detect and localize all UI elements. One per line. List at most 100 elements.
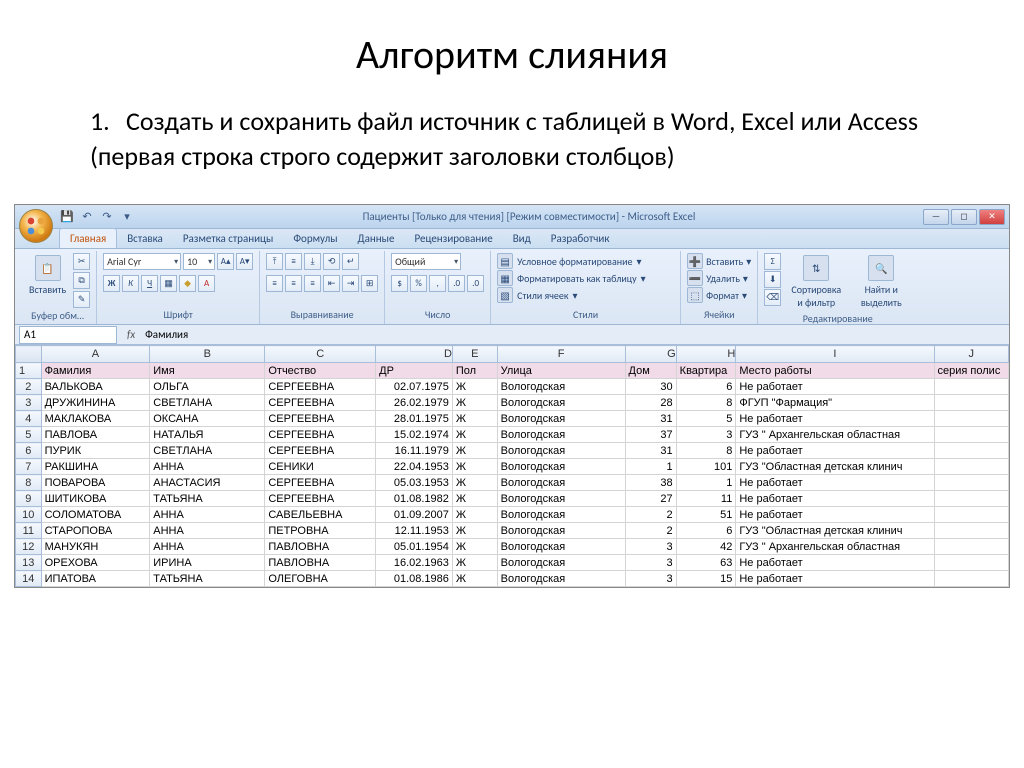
paste-button[interactable]: 📋 Вставить: [25, 253, 70, 298]
cell[interactable]: ПАВЛОВА: [41, 427, 150, 443]
cell[interactable]: АНАСТАСИЯ: [150, 475, 265, 491]
cell[interactable]: 01.08.1986: [376, 571, 453, 587]
cell[interactable]: Вологодская: [497, 395, 625, 411]
cell[interactable]: [934, 395, 1008, 411]
cut-button[interactable]: ✂: [73, 253, 90, 270]
align-center-button[interactable]: ≡: [285, 275, 302, 292]
row-header[interactable]: 7: [16, 459, 42, 475]
cell[interactable]: Вологодская: [497, 539, 625, 555]
cell[interactable]: [934, 571, 1008, 587]
row-header[interactable]: 9: [16, 491, 42, 507]
cell[interactable]: 02.07.1975: [376, 379, 453, 395]
cell[interactable]: 6: [676, 523, 736, 539]
fill-button[interactable]: ⬇: [764, 271, 781, 288]
cell[interactable]: 28.01.1975: [376, 411, 453, 427]
cell[interactable]: ИРИНА: [150, 555, 265, 571]
cell[interactable]: 51: [676, 507, 736, 523]
row-header[interactable]: 11: [16, 523, 42, 539]
bold-button[interactable]: Ж: [103, 275, 120, 292]
cell[interactable]: ОКСАНА: [150, 411, 265, 427]
cell[interactable]: СЕНИКИ: [265, 459, 376, 475]
cell[interactable]: Вологодская: [497, 571, 625, 587]
column-header[interactable]: A: [41, 346, 150, 363]
cell[interactable]: Вологодская: [497, 475, 625, 491]
number-format-select[interactable]: Общий: [391, 253, 461, 270]
cell[interactable]: АННА: [150, 507, 265, 523]
cell[interactable]: 3: [625, 571, 676, 587]
font-size-select[interactable]: 10: [183, 253, 215, 270]
cell[interactable]: АННА: [150, 523, 265, 539]
cell[interactable]: ТАТЬЯНА: [150, 491, 265, 507]
cell[interactable]: Отчество: [265, 363, 376, 379]
cell[interactable]: ДР: [376, 363, 453, 379]
cell[interactable]: Ж: [452, 539, 497, 555]
column-header[interactable]: B: [150, 346, 265, 363]
cell[interactable]: 1: [676, 475, 736, 491]
cell[interactable]: 15.02.1974: [376, 427, 453, 443]
copy-button[interactable]: ⧉: [73, 272, 90, 289]
cell[interactable]: 26.02.1979: [376, 395, 453, 411]
cell[interactable]: Не работает: [736, 443, 934, 459]
cell[interactable]: 01.08.1982: [376, 491, 453, 507]
cell[interactable]: СТАРОПОВА: [41, 523, 150, 539]
cell[interactable]: 42: [676, 539, 736, 555]
redo-icon[interactable]: ↷: [99, 209, 115, 225]
cell[interactable]: Место работы: [736, 363, 934, 379]
row-header[interactable]: 10: [16, 507, 42, 523]
row-header[interactable]: 1: [16, 363, 42, 379]
cell[interactable]: 101: [676, 459, 736, 475]
cell[interactable]: ГУЗ " Архангельская областная: [736, 427, 934, 443]
cell[interactable]: 31: [625, 411, 676, 427]
cell[interactable]: [934, 539, 1008, 555]
find-select-button[interactable]: 🔍 Найти и выделить: [851, 253, 911, 311]
row-header[interactable]: 14: [16, 571, 42, 587]
delete-cells-button[interactable]: ➖Удалить ▾: [687, 270, 748, 286]
border-button[interactable]: ▦: [160, 275, 177, 292]
cell[interactable]: СЕРГЕЕВНА: [265, 443, 376, 459]
insert-cells-button[interactable]: ➕Вставить ▾: [687, 253, 751, 269]
format-as-table-button[interactable]: ▦Форматировать как таблицу ▾: [497, 270, 646, 286]
cell[interactable]: ФГУП "Фармация": [736, 395, 934, 411]
cell[interactable]: [934, 427, 1008, 443]
cell[interactable]: ПОВАРОВА: [41, 475, 150, 491]
column-header[interactable]: D: [376, 346, 453, 363]
cell[interactable]: МАНУКЯН: [41, 539, 150, 555]
decrease-indent-button[interactable]: ⇤: [323, 275, 340, 292]
row-header[interactable]: 5: [16, 427, 42, 443]
cell[interactable]: ПАВЛОВНА: [265, 555, 376, 571]
maximize-button[interactable]: ◻: [951, 209, 977, 225]
row-header[interactable]: 13: [16, 555, 42, 571]
cell[interactable]: Ж: [452, 571, 497, 587]
cell[interactable]: 28: [625, 395, 676, 411]
cell[interactable]: АННА: [150, 459, 265, 475]
tab-formulas[interactable]: Формулы: [283, 229, 347, 248]
spreadsheet-grid[interactable]: ABCDEFGHIJ1ФамилияИмяОтчествоДРПолУлицаД…: [15, 345, 1009, 587]
cell[interactable]: ПУРИК: [41, 443, 150, 459]
cell[interactable]: СЕРГЕЕВНА: [265, 395, 376, 411]
select-all-corner[interactable]: [16, 346, 42, 363]
cell[interactable]: РАКШИНА: [41, 459, 150, 475]
cell[interactable]: Ж: [452, 379, 497, 395]
align-middle-button[interactable]: ≡: [285, 253, 302, 270]
cell-styles-button[interactable]: ▧Стили ячеек ▾: [497, 287, 577, 303]
cell[interactable]: Вологодская: [497, 459, 625, 475]
cell[interactable]: Ж: [452, 555, 497, 571]
cell[interactable]: ТАТЬЯНА: [150, 571, 265, 587]
column-header[interactable]: E: [452, 346, 497, 363]
currency-button[interactable]: $: [391, 275, 408, 292]
cell[interactable]: ГУЗ "Областная детская клинич: [736, 523, 934, 539]
increase-indent-button[interactable]: ⇥: [342, 275, 359, 292]
comma-button[interactable]: ,: [429, 275, 446, 292]
underline-button[interactable]: Ч: [141, 275, 158, 292]
cell[interactable]: НАТАЛЬЯ: [150, 427, 265, 443]
cell[interactable]: Вологодская: [497, 491, 625, 507]
cell[interactable]: Имя: [150, 363, 265, 379]
sort-filter-button[interactable]: ⇅ Сортировка и фильтр: [784, 253, 848, 311]
align-top-button[interactable]: ⤒: [266, 253, 283, 270]
cell[interactable]: 3: [625, 539, 676, 555]
increase-decimal-button[interactable]: .0: [448, 275, 465, 292]
save-icon[interactable]: 💾: [59, 209, 75, 225]
cell[interactable]: 15: [676, 571, 736, 587]
tab-pagelayout[interactable]: Разметка страницы: [173, 229, 284, 248]
clear-button[interactable]: ⌫: [764, 289, 781, 306]
